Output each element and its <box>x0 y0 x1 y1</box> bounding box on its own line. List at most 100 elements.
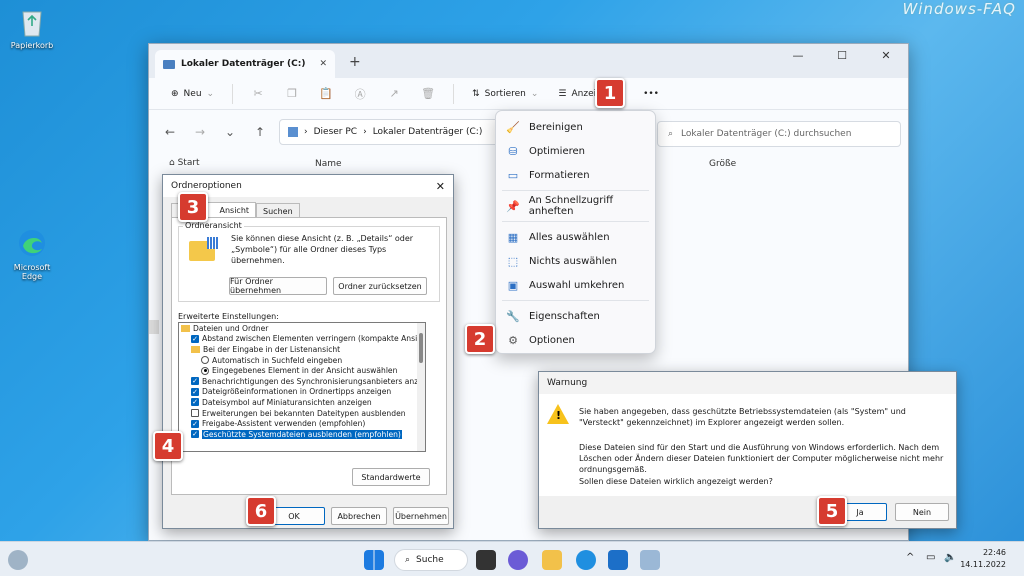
menu-item-properties[interactable]: 🔧 Eigenschaften <box>496 304 655 328</box>
nav-item-start[interactable]: ⌂ Start <box>169 158 200 168</box>
settings-row[interactable]: Bei der Eingabe in der Listenansicht <box>179 344 425 355</box>
network-icon[interactable]: ▭ <box>926 552 935 563</box>
no-button[interactable]: Nein <box>895 503 949 521</box>
checkbox[interactable] <box>191 409 199 418</box>
menu-divider <box>502 221 649 222</box>
maximize-button[interactable]: ☐ <box>820 44 864 66</box>
apply-to-folders-button[interactable]: Für Ordner übernehmen <box>229 277 327 295</box>
breadcrumb-item[interactable]: Dieser PC <box>314 127 357 137</box>
broom-icon: 🧹 <box>506 120 520 134</box>
checkbox[interactable]: ✓ <box>191 398 199 407</box>
plus-circle-icon: ⊕ <box>171 88 179 99</box>
settings-row-label: Automatisch in Suchfeld eingeben <box>212 355 343 365</box>
cancel-button[interactable]: Abbrechen <box>331 507 387 525</box>
cut-icon[interactable]: ✂ <box>243 82 273 106</box>
file-explorer-icon[interactable] <box>542 550 562 570</box>
gear-icon: ⚙ <box>508 333 518 347</box>
breadcrumb-item[interactable]: Lokaler Datenträger (C:) <box>373 127 483 137</box>
menu-item-select-all[interactable]: ▦ Alles auswählen <box>496 225 655 249</box>
menu-item-optimize[interactable]: ⛁ Optimieren <box>496 139 655 163</box>
chevron-up-icon[interactable]: ^ <box>906 552 914 563</box>
speaker-icon[interactable]: 🔈 <box>944 552 956 563</box>
pane-scroll-marker <box>149 320 159 334</box>
recent-chevron-icon[interactable]: ⌄ <box>219 125 241 139</box>
desktop-icon-recycle-bin[interactable]: Papierkorb <box>4 6 60 50</box>
copy-icon[interactable]: ❐ <box>277 82 307 106</box>
more-options-menu: 🧹 Bereinigen ⛁ Optimieren ▭ Formatieren 📌 An… <box>495 110 656 354</box>
advanced-settings-list[interactable]: Dateien und Ordner ✓ Abstand zwischen Elem… <box>178 322 426 452</box>
tab-local-disk[interactable]: Lokaler Datenträger (C:) ✕ <box>155 50 335 78</box>
scrollbar-thumb[interactable] <box>419 333 423 363</box>
column-header-size[interactable]: Größe <box>709 159 736 169</box>
delete-icon[interactable]: 🗑 <box>413 82 443 106</box>
close-window-button[interactable]: ✕ <box>864 44 908 66</box>
advanced-settings-label: Erweiterte Einstellungen: <box>178 312 279 321</box>
settings-row[interactable]: Erweiterungen bei bekannten Dateitypen a… <box>179 408 425 419</box>
view-icon: ☰ <box>558 88 567 99</box>
back-arrow-icon[interactable]: ← <box>159 125 181 139</box>
folder-options-dialog: Ordneroptionen ✕ A Ansicht Suchen Ordner… <box>162 174 454 529</box>
chevron-down-icon: ⌄ <box>530 88 539 99</box>
settings-row[interactable]: Eingegebenes Element in der Ansicht ausw… <box>179 365 425 376</box>
restore-defaults-button[interactable]: Standardwerte <box>352 468 430 486</box>
app-icon[interactable] <box>640 550 660 570</box>
radio-button[interactable] <box>201 366 209 375</box>
settings-row[interactable]: Dateien und Ordner <box>179 323 425 334</box>
menu-item-cleanup[interactable]: 🧹 Bereinigen <box>496 115 655 139</box>
apply-button[interactable]: Übernehmen <box>393 507 449 525</box>
task-view-icon[interactable] <box>476 550 496 570</box>
minimize-button[interactable]: — <box>776 44 820 66</box>
settings-row[interactable]: ✓ Dateigrößeinformationen in Ordnertipps … <box>179 387 425 398</box>
column-header-name[interactable]: Name <box>315 159 342 169</box>
checkbox[interactable]: ✓ <box>191 334 199 343</box>
settings-row[interactable]: Automatisch in Suchfeld eingeben <box>179 355 425 366</box>
settings-row[interactable]: ✓ Benachrichtigungen des Synchronisierung… <box>179 376 425 387</box>
search-placeholder: Lokaler Datenträger (C:) durchsuchen <box>681 129 852 139</box>
clock-date: 14.11.2022 <box>960 560 1006 569</box>
nav-start-label: Start <box>177 158 200 168</box>
settings-row[interactable]: ✓ Dateisymbol auf Miniaturansichten anzei… <box>179 397 425 408</box>
start-icon[interactable] <box>364 550 384 570</box>
settings-row-label: Benachrichtigungen des Synchronisierungs… <box>202 376 426 386</box>
menu-item-format[interactable]: ▭ Formatieren <box>496 163 655 187</box>
share-icon[interactable]: ↗ <box>379 82 409 106</box>
new-tab-button[interactable]: + <box>349 54 361 70</box>
edge-taskbar-icon[interactable] <box>576 550 596 570</box>
chat-icon[interactable] <box>508 550 528 570</box>
rename-icon[interactable]: Ⓐ <box>345 82 375 106</box>
widgets-icon[interactable] <box>8 550 28 570</box>
checkbox[interactable]: ✓ <box>191 419 199 428</box>
store-icon[interactable] <box>608 550 628 570</box>
forward-arrow-icon[interactable]: → <box>189 125 211 139</box>
more-options-button[interactable]: ••• <box>635 82 667 106</box>
checkbox[interactable]: ✓ <box>191 430 199 439</box>
taskbar-clock[interactable]: 22:46 14.11.2022 <box>960 547 1006 571</box>
drive-icon <box>163 59 175 69</box>
up-arrow-icon[interactable]: ↑ <box>249 125 271 139</box>
paste-icon[interactable]: 📋 <box>311 82 341 106</box>
reset-folders-button[interactable]: Ordner zurücksetzen <box>333 277 427 295</box>
desktop-icon-edge[interactable]: Microsoft Edge <box>4 228 60 281</box>
menu-item-invert-selection[interactable]: ▣ Auswahl umkehren <box>496 273 655 297</box>
menu-item-label: Optimieren <box>529 145 585 157</box>
sort-button[interactable]: ⇅ Sortieren ⌄ <box>464 82 546 106</box>
menu-item-select-none[interactable]: ⬚ Nichts auswählen <box>496 249 655 273</box>
tab-close-icon[interactable]: ✕ <box>319 59 327 69</box>
radio-button[interactable] <box>201 356 209 365</box>
taskbar-search[interactable]: ⌕ Suche <box>394 549 468 571</box>
warning-icon: ! <box>547 404 569 424</box>
menu-item-options[interactable]: ⚙ Optionen <box>496 328 655 352</box>
menu-item-pin-quick-access[interactable]: 📌 An Schnellzugriff anheften <box>496 194 655 218</box>
search-icon: ⌕ <box>405 555 411 565</box>
settings-row[interactable]: ✓ Freigabe-Assistent verwenden (empfohlen… <box>179 418 425 429</box>
new-button[interactable]: ⊕ Neu ⌄ <box>163 82 222 106</box>
checkbox[interactable]: ✓ <box>191 377 199 386</box>
scrollbar[interactable] <box>417 323 425 451</box>
checkbox[interactable]: ✓ <box>191 387 199 396</box>
edge-icon <box>17 228 47 260</box>
dialog-close-icon[interactable]: ✕ <box>436 180 445 193</box>
step-badge-1: 1 <box>595 78 625 108</box>
settings-row[interactable]: ✓ Geschützte Systemdateien ausblenden (em… <box>179 429 425 440</box>
settings-row[interactable]: ✓ Abstand zwischen Elementen verringern (… <box>179 334 425 345</box>
search-input[interactable]: ⌕ Lokaler Datenträger (C:) durchsuchen <box>657 121 901 147</box>
